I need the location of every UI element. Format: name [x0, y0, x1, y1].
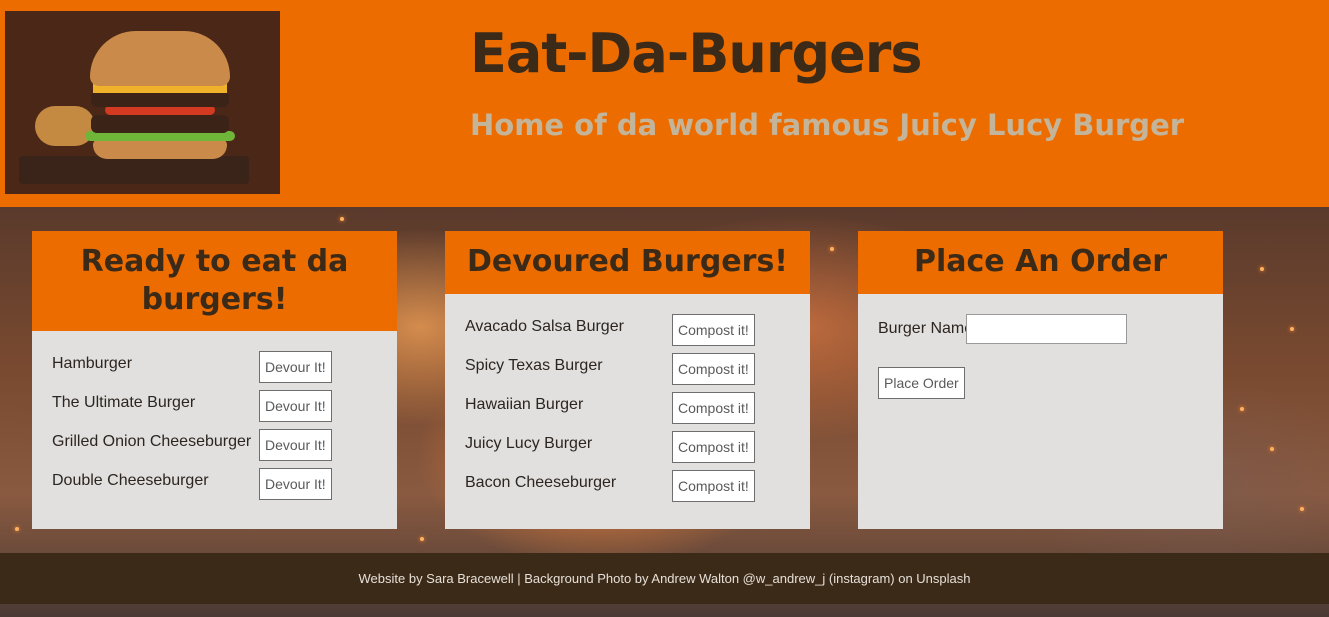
list-item: The Ultimate Burger Devour It!: [52, 390, 352, 422]
site-title: Eat-Da-Burgers: [470, 22, 923, 85]
compost-button[interactable]: Compost it!: [672, 470, 755, 502]
compost-button[interactable]: Compost it!: [672, 314, 755, 346]
order-card-title: Place An Order: [858, 231, 1223, 294]
list-item: Double Cheeseburger Devour It!: [52, 468, 352, 500]
burger-name: Spicy Texas Burger: [465, 357, 603, 374]
burger-name: Hawaiian Burger: [465, 396, 584, 413]
compost-button[interactable]: Compost it!: [672, 431, 755, 463]
ember-spark: [1300, 507, 1304, 511]
devour-button[interactable]: Devour It!: [259, 468, 332, 500]
ready-card-title: Ready to eat da burgers!: [32, 231, 397, 331]
devoured-burgers-card: Devoured Burgers! Avacado Salsa Burger C…: [445, 231, 810, 529]
list-item: Juicy Lucy Burger Compost it!: [465, 431, 765, 463]
devour-button[interactable]: Devour It!: [259, 351, 332, 383]
burger-name: Juicy Lucy Burger: [465, 435, 593, 452]
compost-button[interactable]: Compost it!: [672, 353, 755, 385]
ember-spark: [1240, 407, 1244, 411]
burger-name: Bacon Cheeseburger: [465, 474, 617, 491]
site-subtitle: Home of da world famous Juicy Lucy Burge…: [470, 108, 1185, 142]
ember-spark: [1260, 267, 1264, 271]
devour-button[interactable]: Devour It!: [259, 429, 332, 461]
list-item: Spicy Texas Burger Compost it!: [465, 353, 765, 385]
ember-spark: [1270, 447, 1274, 451]
place-order-button[interactable]: Place Order: [878, 367, 965, 399]
list-item: Hawaiian Burger Compost it!: [465, 392, 765, 424]
burger-name: Hamburger: [52, 355, 133, 372]
ready-to-eat-card: Ready to eat da burgers! Hamburger Devou…: [32, 231, 397, 529]
ember-spark: [15, 527, 19, 531]
burger-name: Grilled Onion Cheeseburger: [52, 433, 252, 450]
burger-name-label: Burger Name:: [878, 320, 978, 337]
ember-spark: [830, 247, 834, 251]
place-order-card: Place An Order Burger Name: Place Order: [858, 231, 1223, 529]
burger-name: Avacado Salsa Burger: [465, 318, 624, 335]
list-item: Grilled Onion Cheeseburger Devour It!: [52, 429, 352, 461]
burger-name: Double Cheeseburger: [52, 472, 209, 489]
burger-logo-image: [5, 11, 280, 194]
devour-button[interactable]: Devour It!: [259, 390, 332, 422]
list-item: Avacado Salsa Burger Compost it!: [465, 314, 765, 346]
devoured-card-title: Devoured Burgers!: [445, 231, 810, 294]
list-item: Hamburger Devour It!: [52, 351, 352, 383]
compost-button[interactable]: Compost it!: [672, 392, 755, 424]
site-header: Eat-Da-Burgers Home of da world famous J…: [0, 0, 1329, 207]
ember-spark: [1290, 327, 1294, 331]
site-footer: Website by Sara Bracewell | Background P…: [0, 553, 1329, 604]
footer-credits: Website by Sara Bracewell | Background P…: [358, 571, 971, 586]
ember-spark: [420, 537, 424, 541]
list-item: Bacon Cheeseburger Compost it!: [465, 470, 765, 502]
burger-name-input[interactable]: [966, 314, 1127, 344]
ember-spark: [340, 217, 344, 221]
burger-name: The Ultimate Burger: [52, 394, 196, 411]
